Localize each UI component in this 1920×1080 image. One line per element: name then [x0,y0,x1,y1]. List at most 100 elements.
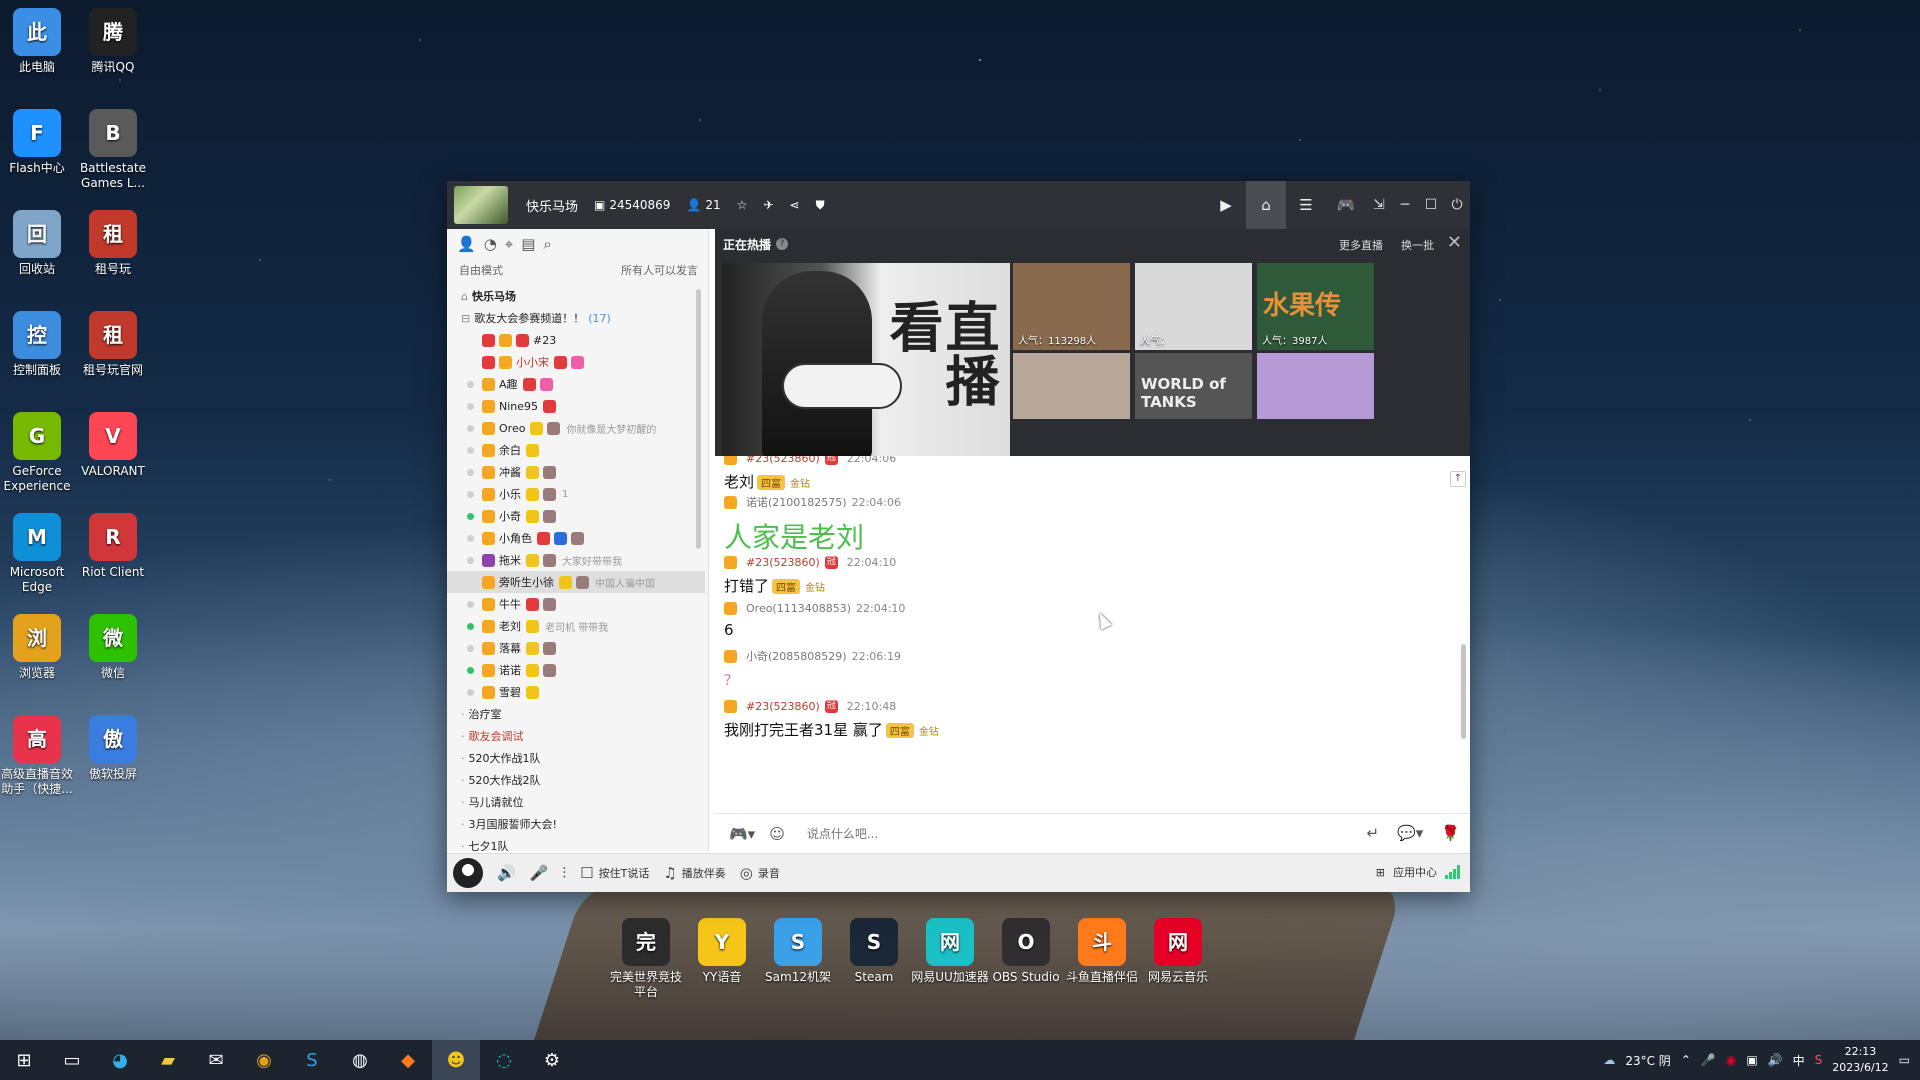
notes-icon[interactable]: ▤ [521,235,535,253]
user-item[interactable]: #23 [447,329,705,351]
user-item[interactable]: 落幕 [447,637,705,659]
taskbar-obs[interactable]: ◍ [336,1040,384,1080]
video-button[interactable]: ▶ [1206,181,1246,229]
desktop-icon[interactable]: 腾腾讯QQ [73,8,153,75]
user-item[interactable]: 小角色 [447,527,705,549]
tray-up-icon[interactable]: ⌃ [1681,1053,1691,1067]
search-icon[interactable]: ⌕ [543,235,551,253]
taskbar-mail[interactable]: ✉ [192,1040,240,1080]
user-item[interactable]: 拖米 大家好带带我 [447,549,705,571]
favorite-button[interactable]: ☆ [737,198,748,212]
chat-input[interactable] [806,826,1307,841]
mixer-button[interactable]: ⫶ [562,864,566,882]
tray-mic-icon[interactable]: 🎤 [1701,1053,1716,1067]
members-icon[interactable]: 👤 [457,235,476,253]
share-button[interactable]: ⋖ [790,198,800,212]
desktop-icon[interactable]: F Flash中心 [0,109,77,176]
sender-name[interactable]: 小奇(2085808529) [746,648,847,664]
mode-label[interactable]: 自由模式 [459,262,503,278]
taskbar-uu[interactable]: ◌ [480,1040,528,1080]
taskbar-douyu[interactable]: ◆ [384,1040,432,1080]
sogou-icon[interactable]: S [1815,1053,1823,1067]
app-center-icon[interactable]: ⊞ [1376,866,1385,879]
history-icon[interactable]: ◔ [484,235,497,253]
chat-scroll-thumb[interactable] [1461,644,1466,739]
speaker-button[interactable]: 🔊 [497,864,516,882]
emoji-icon[interactable]: ☺ [769,825,785,843]
desktop-icon[interactable]: 完完美世界竞技平台 [606,918,686,1000]
close-button[interactable]: ⏻ [1444,181,1470,229]
user-item[interactable]: 冲酱 [447,461,705,483]
channel-item[interactable]: · 治疗室 [447,703,705,725]
app-center-link[interactable]: 应用中心 [1393,864,1437,880]
record-button[interactable]: ◎ 录音 [740,864,780,882]
channel-avatar[interactable] [454,186,508,224]
network-icon[interactable]: ▣ [1746,1053,1757,1067]
expand-icon[interactable]: ⌂ [461,290,468,303]
channel-item[interactable]: · 七夕1队 [447,835,705,852]
desktop-icon[interactable]: 此此电脑 [0,8,77,75]
taskbar-yy[interactable]: ☻ [432,1040,480,1080]
sender-name[interactable]: 诺诺(2100182575) [746,494,847,510]
expand-icon[interactable]: ⊟ [461,312,470,325]
channel-item[interactable]: ⌂ 快乐马场 [447,285,705,307]
desktop-icon[interactable]: R Riot Client [73,513,153,580]
user-item[interactable]: 雪碧 [447,681,705,703]
scroll-top-button[interactable]: ↑ [1450,471,1466,487]
user-item[interactable]: 小奇 [447,505,705,527]
notification-icon[interactable]: ▭ [1899,1053,1910,1067]
live-thumb[interactable]: 人气： [1135,263,1252,350]
more-live-link[interactable]: 更多直播 [1339,237,1383,253]
desktop-icon[interactable]: B Battlestate Games L... [73,109,153,191]
expand-icon[interactable]: · [461,730,465,743]
desktop-icon[interactable]: 网网易UU加速器 [910,918,990,985]
live-thumb[interactable] [1013,353,1130,419]
desktop-icon[interactable]: 傲傲软投屏 [73,715,153,782]
channel-item[interactable]: · 马儿请就位 [447,791,705,813]
featured-live-thumb[interactable]: 直播看 [722,263,1010,456]
channel-item[interactable]: ⊟ 歌友大会参赛频道！！ (17) [447,307,705,329]
desktop-icon[interactable]: 网网易云音乐 [1138,918,1218,985]
user-item[interactable]: 老刘 老司机 带带我 [447,615,705,637]
channel-item[interactable]: · 520大作战1队 [447,747,705,769]
sender-name[interactable]: #23(523860) [746,700,820,713]
bubble-icon[interactable]: 💬▾ [1397,824,1423,842]
desktop-icon[interactable]: 租租号玩 [73,210,153,277]
desktop-icon[interactable]: M Microsoft Edge [0,513,77,595]
desktop-icon[interactable]: G GeForce Experience [0,412,77,494]
tree-scrollbar[interactable] [696,289,701,549]
taskbar-edge[interactable]: ◕ [96,1040,144,1080]
shield-button[interactable]: ⛊ [816,198,825,213]
help-icon[interactable]: ? [776,238,789,250]
expand-icon[interactable]: · [461,752,465,765]
desktop-icon[interactable]: 租租号玩官网 [73,311,153,378]
expand-icon[interactable]: · [461,708,465,721]
desktop-icon[interactable]: Y YY语音 [682,918,762,985]
desktop-icon[interactable]: 高高级直播音效助手（快捷... [0,715,77,797]
desktop-icon[interactable]: O OBS Studio [986,918,1066,985]
user-item[interactable]: Nine95 [447,395,705,417]
maximize-button[interactable]: ☐ [1418,181,1444,229]
refresh-link[interactable]: 换一批 [1401,237,1434,253]
expand-icon[interactable]: · [461,818,465,831]
user-item[interactable]: A趣 [447,373,705,395]
desktop-icon[interactable]: 回回收站 [0,210,77,277]
tray-netease-icon[interactable]: ◉ [1726,1053,1736,1067]
flower-icon[interactable]: 🌹 [1441,824,1460,842]
user-item[interactable]: 余白 [447,439,705,461]
task-view-button[interactable]: ▭ [48,1040,96,1080]
accompany-button[interactable]: ♫ 播放伴奏 [663,864,725,882]
board-button[interactable]: ☰ [1286,181,1326,229]
desktop-icon[interactable]: 微微信 [73,614,153,681]
live-thumb[interactable]: 人气：113298人 [1013,263,1130,350]
live-thumb[interactable] [1257,353,1374,419]
sender-name[interactable]: Oreo(1113408853) [746,602,851,615]
user-item[interactable]: 牛牛 [447,593,705,615]
sender-name[interactable]: #23(523860) [746,456,820,465]
start-button[interactable]: ⊞ [0,1040,48,1080]
channel-item[interactable]: · 520大作战2队 [447,769,705,791]
user-item[interactable]: 小乐 1 [447,483,705,505]
home-button[interactable]: ⌂ [1246,181,1286,229]
sender-name[interactable]: #23(523860) [746,556,820,569]
expand-icon[interactable]: · [461,774,465,787]
